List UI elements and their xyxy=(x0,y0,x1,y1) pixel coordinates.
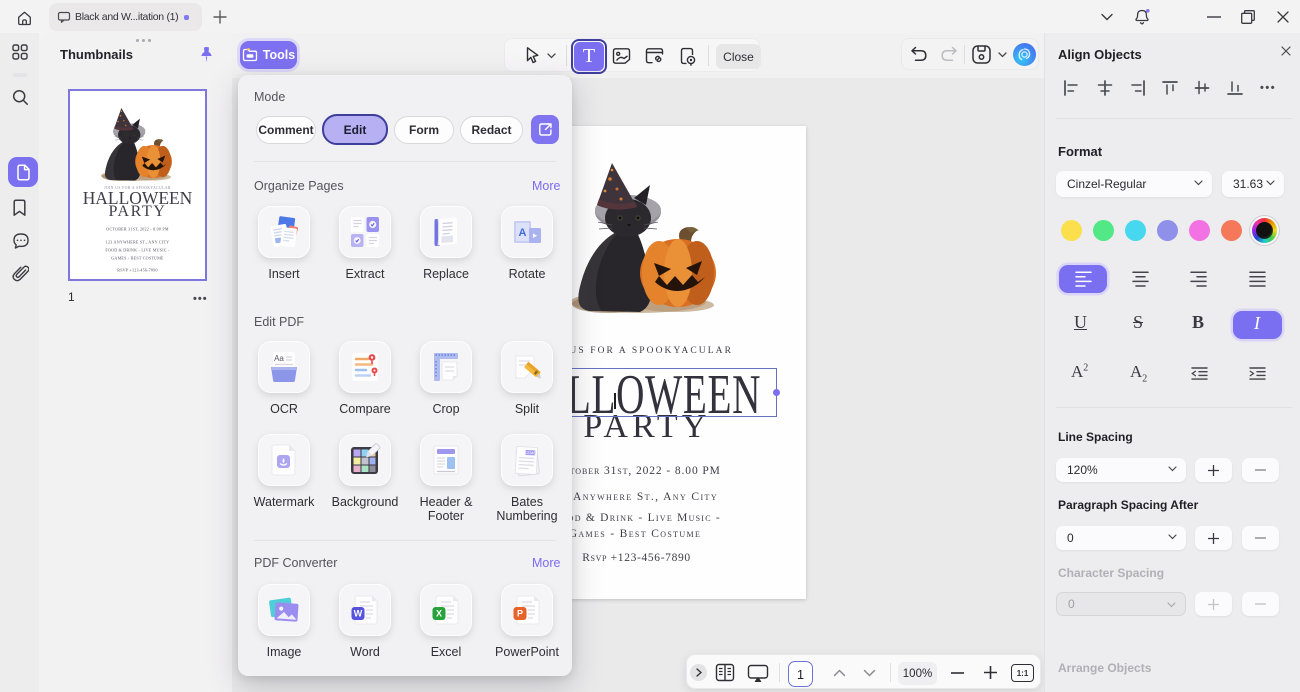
svg-text:P: P xyxy=(517,609,523,619)
svg-text:Aa: Aa xyxy=(274,354,284,363)
svg-text:A: A xyxy=(519,227,527,239)
svg-text:X: X xyxy=(436,609,442,619)
svg-text:W: W xyxy=(354,609,363,619)
svg-text:12345: 12345 xyxy=(525,450,537,456)
